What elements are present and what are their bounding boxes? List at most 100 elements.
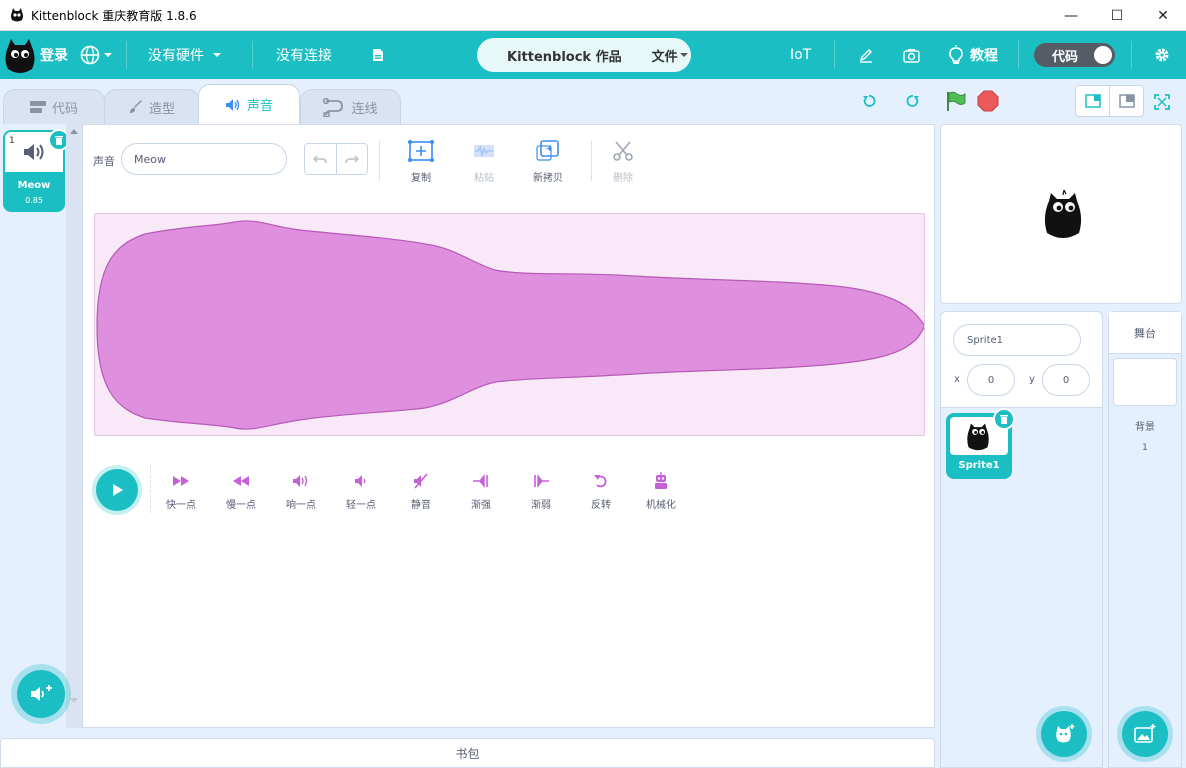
y-coordinate-input[interactable]: 0	[1042, 364, 1090, 396]
sound-item-duration: 0.85	[25, 196, 43, 205]
tutorial-button[interactable]: 教程	[947, 31, 998, 79]
tab-costumes[interactable]: 造型	[104, 89, 200, 124]
volume-down-icon	[355, 475, 366, 487]
small-stage-button[interactable]	[1075, 85, 1110, 117]
tab-code-label: 代码	[51, 101, 78, 117]
code-toggle-label: 代码	[1052, 49, 1079, 65]
delete-label: 删除	[613, 173, 633, 184]
effect-robot-label: 机械化	[646, 500, 676, 511]
stage-pane: 舞台 背景 1	[1108, 311, 1182, 768]
maximize-button[interactable]: ☐	[1094, 0, 1140, 31]
window-titlebar: Kittenblock 重庆教育版 1.8.6 — ☐ ✕	[0, 0, 1186, 31]
green-flag-button[interactable]	[945, 90, 967, 112]
delete-sprite-button[interactable]	[993, 408, 1015, 430]
effect-fade-in-label: 渐强	[471, 500, 491, 511]
code-mode-toggle[interactable]: 代码	[1034, 43, 1115, 67]
x-label: x	[954, 374, 960, 385]
project-title-pill[interactable]: Kittenblock 作品 文件	[477, 38, 691, 72]
backdrops-label: 背景	[1135, 422, 1155, 433]
tab-sounds[interactable]: 声音	[198, 84, 300, 124]
delete-button[interactable]: 删除	[598, 139, 648, 184]
fast-forward-icon	[173, 476, 189, 486]
add-sound-button[interactable]	[17, 670, 65, 718]
backdrops-count: 1	[1142, 443, 1148, 453]
effect-louder-button[interactable]: 响一点	[276, 472, 326, 511]
kittenblock-logo-icon	[11, 8, 23, 22]
effect-softer-label: 轻一点	[346, 500, 376, 511]
sound-name-value: Meow	[134, 152, 166, 166]
sound-name-input[interactable]: Meow	[121, 143, 287, 175]
save-file-button[interactable]	[372, 31, 384, 79]
minimize-icon: —	[1064, 7, 1078, 24]
x-coordinate-input[interactable]: 0	[967, 364, 1015, 396]
paste-label: 粘贴	[474, 173, 494, 184]
effect-mute-button[interactable]: 静音	[396, 472, 446, 511]
tab-wiring[interactable]: 连线	[300, 89, 401, 124]
redo-stage-button[interactable]	[902, 90, 924, 112]
sound-list-scrollbar[interactable]	[66, 124, 82, 728]
paste-button[interactable]: 粘贴	[459, 139, 509, 184]
play-icon	[113, 484, 123, 496]
file-menu[interactable]: 文件	[652, 46, 689, 65]
tab-costumes-label: 造型	[148, 101, 175, 117]
copy-to-new-button[interactable]: 新拷贝	[523, 139, 573, 184]
menu-divider	[252, 41, 253, 69]
fade-out-icon	[534, 474, 549, 488]
connection-menu[interactable]: 没有连接	[276, 31, 332, 79]
sprite-name-input[interactable]: Sprite1	[953, 324, 1081, 356]
scroll-up-icon	[70, 129, 78, 134]
stage-canvas[interactable]	[940, 124, 1182, 304]
copy-selection-icon	[408, 140, 434, 162]
large-stage-button[interactable]	[1109, 85, 1144, 117]
effect-fade-out-button[interactable]: 渐弱	[516, 472, 566, 511]
volume-up-icon	[293, 475, 308, 487]
hardware-menu[interactable]: 没有硬件	[148, 31, 222, 79]
effect-faster-label: 快一点	[166, 500, 196, 511]
minimize-button[interactable]: —	[1048, 0, 1094, 31]
small-stage-icon	[1084, 94, 1101, 108]
effect-fade-in-button[interactable]: 渐强	[456, 472, 506, 511]
sound-list-panel: 1 Meow 0.85	[0, 124, 82, 728]
caret-down-icon	[213, 53, 221, 57]
close-window-button[interactable]: ✕	[1140, 0, 1186, 31]
iot-button[interactable]: IoT	[790, 31, 811, 79]
fullscreen-button[interactable]	[1151, 91, 1173, 113]
stop-button[interactable]	[977, 90, 999, 112]
add-backdrop-button[interactable]	[1122, 711, 1168, 757]
add-sound-icon	[31, 685, 52, 701]
menu-divider	[1018, 41, 1019, 69]
screenshot-button[interactable]	[903, 31, 920, 79]
robot-icon	[655, 472, 667, 489]
tutorial-label: 教程	[970, 48, 998, 64]
scroll-down-icon	[70, 698, 78, 703]
sound-name-label: 声音	[93, 155, 115, 168]
stage-thumbnail[interactable]	[1113, 358, 1177, 406]
effect-fade-out-label: 渐弱	[531, 500, 551, 511]
project-title: Kittenblock 作品	[507, 49, 622, 65]
effect-reverse-button[interactable]: 反转	[576, 472, 626, 511]
settings-button[interactable]	[1154, 31, 1170, 79]
edit-button[interactable]	[858, 31, 874, 79]
add-sprite-button[interactable]	[1041, 711, 1087, 757]
effect-louder-label: 响一点	[286, 500, 316, 511]
redo-button[interactable]	[337, 144, 368, 174]
effect-robot-button[interactable]: 机械化	[636, 472, 686, 511]
effect-faster-button[interactable]: 快一点	[156, 472, 206, 511]
play-sound-button[interactable]	[96, 469, 138, 511]
undo-button[interactable]	[305, 144, 337, 174]
tab-code[interactable]: 代码	[3, 89, 105, 124]
menu-divider	[1131, 41, 1132, 69]
effect-softer-button[interactable]: 轻一点	[336, 472, 386, 511]
backpack-bar[interactable]: 书包	[0, 738, 935, 768]
login-label: 登录	[40, 48, 68, 64]
sound-waveform[interactable]	[94, 213, 925, 436]
login-button[interactable]: 登录	[40, 31, 68, 79]
menu-bar: 登录 没有硬件 没有连接 Kittenblock 作品 文件 IoT 教程 代码	[0, 31, 1186, 79]
copy-button[interactable]: 复制	[396, 139, 446, 184]
effect-slower-button[interactable]: 慢一点	[216, 472, 266, 511]
maximize-icon: ☐	[1110, 7, 1124, 24]
cat-sprite-icon	[967, 423, 989, 451]
iot-label: IoT	[790, 47, 812, 63]
language-menu[interactable]	[80, 31, 113, 79]
undo-stage-button[interactable]	[858, 90, 880, 112]
